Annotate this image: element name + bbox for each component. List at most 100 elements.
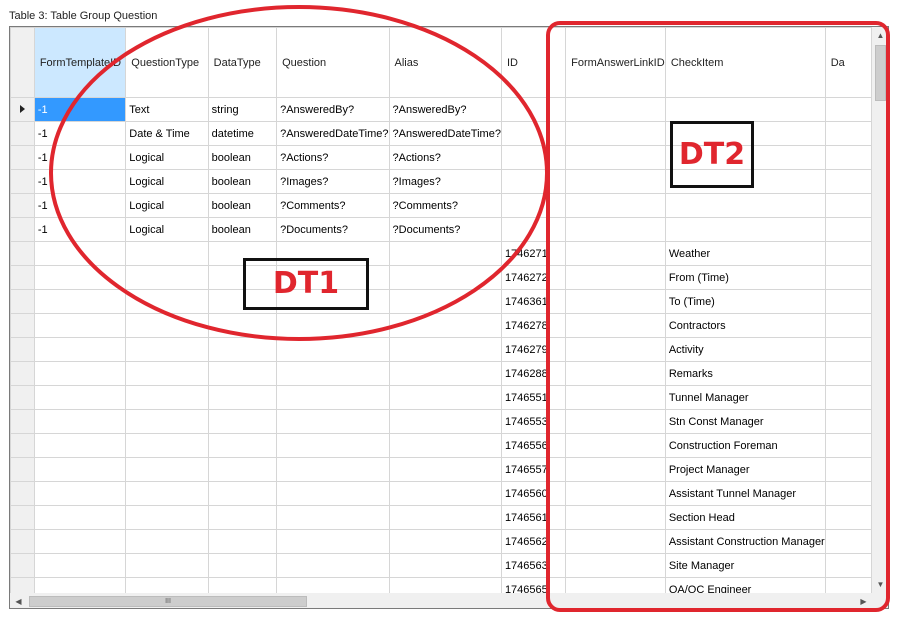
table-cell[interactable] — [388, 265, 502, 290]
table-cell[interactable] — [824, 313, 872, 338]
table-cell[interactable] — [500, 217, 567, 242]
column-header[interactable]: Question — [276, 27, 390, 98]
table-cell[interactable]: QA/QC Engineer — [664, 577, 826, 593]
table-cell[interactable]: 1746271 — [500, 241, 567, 266]
table-cell[interactable] — [388, 289, 502, 314]
table-cell[interactable] — [207, 529, 278, 554]
table-cell[interactable]: Activity — [664, 337, 826, 362]
scroll-down-icon[interactable]: ▼ — [872, 576, 888, 593]
table-cell[interactable] — [565, 409, 666, 434]
table-cell[interactable] — [565, 193, 666, 218]
row-header[interactable] — [10, 553, 35, 578]
table-cell[interactable] — [565, 457, 666, 482]
table-cell[interactable] — [565, 241, 666, 266]
table-cell[interactable]: 1746551 — [500, 385, 567, 410]
table-row[interactable]: -1 Logical boolean ?Comments? ?Comments? — [10, 193, 872, 218]
table-cell[interactable] — [824, 97, 872, 122]
table-cell[interactable] — [33, 409, 127, 434]
table-cell[interactable] — [33, 241, 127, 266]
table-cell[interactable] — [565, 265, 666, 290]
table-cell[interactable]: Remarks — [664, 361, 826, 386]
table-cell[interactable] — [207, 577, 278, 593]
table-row[interactable]: -1 Text string ?AnsweredBy? ?AnsweredBy? — [10, 97, 872, 122]
table-cell[interactable] — [207, 337, 278, 362]
table-cell[interactable]: string — [207, 97, 278, 122]
row-header[interactable] — [10, 289, 35, 314]
table-cell[interactable] — [824, 289, 872, 314]
row-header[interactable] — [10, 169, 35, 194]
column-header[interactable]: Da — [824, 27, 872, 98]
row-header[interactable] — [10, 241, 35, 266]
table-cell[interactable] — [388, 409, 502, 434]
table-cell[interactable] — [565, 217, 666, 242]
table-row[interactable]: 1746561 Section Head — [10, 505, 872, 530]
table-cell[interactable] — [207, 433, 278, 458]
table-cell[interactable] — [565, 337, 666, 362]
table-cell[interactable] — [664, 217, 826, 242]
table-row[interactable]: 1746272 From (Time) — [10, 265, 872, 290]
table-cell[interactable] — [276, 505, 390, 530]
column-header[interactable]: FormAnswerLinkID — [565, 27, 666, 98]
table-cell[interactable]: 1746562 — [500, 529, 567, 554]
table-cell[interactable] — [125, 385, 209, 410]
table-cell[interactable]: 1746361 — [500, 289, 567, 314]
table-row[interactable]: 1746565 QA/QC Engineer — [10, 577, 872, 593]
table-row[interactable]: 1746560 Assistant Tunnel Manager — [10, 481, 872, 506]
table-cell[interactable]: ?Actions? — [276, 145, 390, 170]
row-header-corner[interactable] — [10, 27, 35, 98]
table-cell[interactable] — [388, 529, 502, 554]
table-cell[interactable]: 1746553 — [500, 409, 567, 434]
table-cell[interactable] — [125, 265, 209, 290]
table-cell[interactable]: -1 — [33, 169, 127, 194]
table-cell[interactable] — [207, 361, 278, 386]
horizontal-scrollbar[interactable]: ◀ III ▶ — [10, 593, 872, 608]
table-cell[interactable] — [276, 433, 390, 458]
table-cell[interactable] — [824, 577, 872, 593]
vertical-scroll-thumb[interactable] — [875, 45, 886, 101]
row-header[interactable] — [10, 577, 35, 593]
table-cell[interactable]: To (Time) — [664, 289, 826, 314]
table-cell[interactable] — [565, 481, 666, 506]
table-cell[interactable] — [824, 121, 872, 146]
table-cell[interactable] — [388, 577, 502, 593]
table-cell[interactable]: 1746279 — [500, 337, 567, 362]
table-cell[interactable] — [565, 169, 666, 194]
column-header[interactable]: QuestionType — [125, 27, 209, 98]
table-cell[interactable]: Contractors — [664, 313, 826, 338]
table-cell[interactable] — [565, 289, 666, 314]
row-header[interactable] — [10, 97, 35, 122]
grid-viewport[interactable]: FormTemplateID QuestionType DataType Questi… — [10, 27, 872, 593]
table-cell[interactable] — [500, 121, 567, 146]
table-cell[interactable] — [500, 193, 567, 218]
table-cell[interactable] — [824, 457, 872, 482]
table-cell[interactable] — [33, 265, 127, 290]
row-header[interactable] — [10, 361, 35, 386]
table-cell[interactable] — [565, 577, 666, 593]
table-cell[interactable] — [207, 409, 278, 434]
table-cell[interactable] — [388, 481, 502, 506]
column-header[interactable]: CheckItem — [664, 27, 826, 98]
scroll-up-icon[interactable]: ▲ — [872, 27, 888, 44]
table-cell[interactable]: Logical — [125, 193, 209, 218]
table-cell[interactable]: 1746556 — [500, 433, 567, 458]
table-cell[interactable]: 1746557 — [500, 457, 567, 482]
vertical-scrollbar[interactable]: ▲ ▼ — [872, 27, 888, 593]
table-row[interactable]: 1746556 Construction Foreman — [10, 433, 872, 458]
row-header[interactable] — [10, 385, 35, 410]
table-cell[interactable] — [276, 313, 390, 338]
row-header[interactable] — [10, 313, 35, 338]
table-cell[interactable] — [125, 337, 209, 362]
table-cell[interactable] — [276, 457, 390, 482]
table-cell[interactable] — [500, 145, 567, 170]
table-cell[interactable]: From (Time) — [664, 265, 826, 290]
row-header[interactable] — [10, 529, 35, 554]
table-cell[interactable]: ?Comments? — [388, 193, 502, 218]
table-cell[interactable] — [565, 121, 666, 146]
table-cell[interactable] — [565, 505, 666, 530]
table-cell[interactable] — [125, 409, 209, 434]
table-cell[interactable] — [125, 241, 209, 266]
table-cell[interactable] — [565, 145, 666, 170]
table-cell[interactable] — [125, 505, 209, 530]
table-cell[interactable]: Construction Foreman — [664, 433, 826, 458]
table-cell[interactable] — [125, 553, 209, 578]
